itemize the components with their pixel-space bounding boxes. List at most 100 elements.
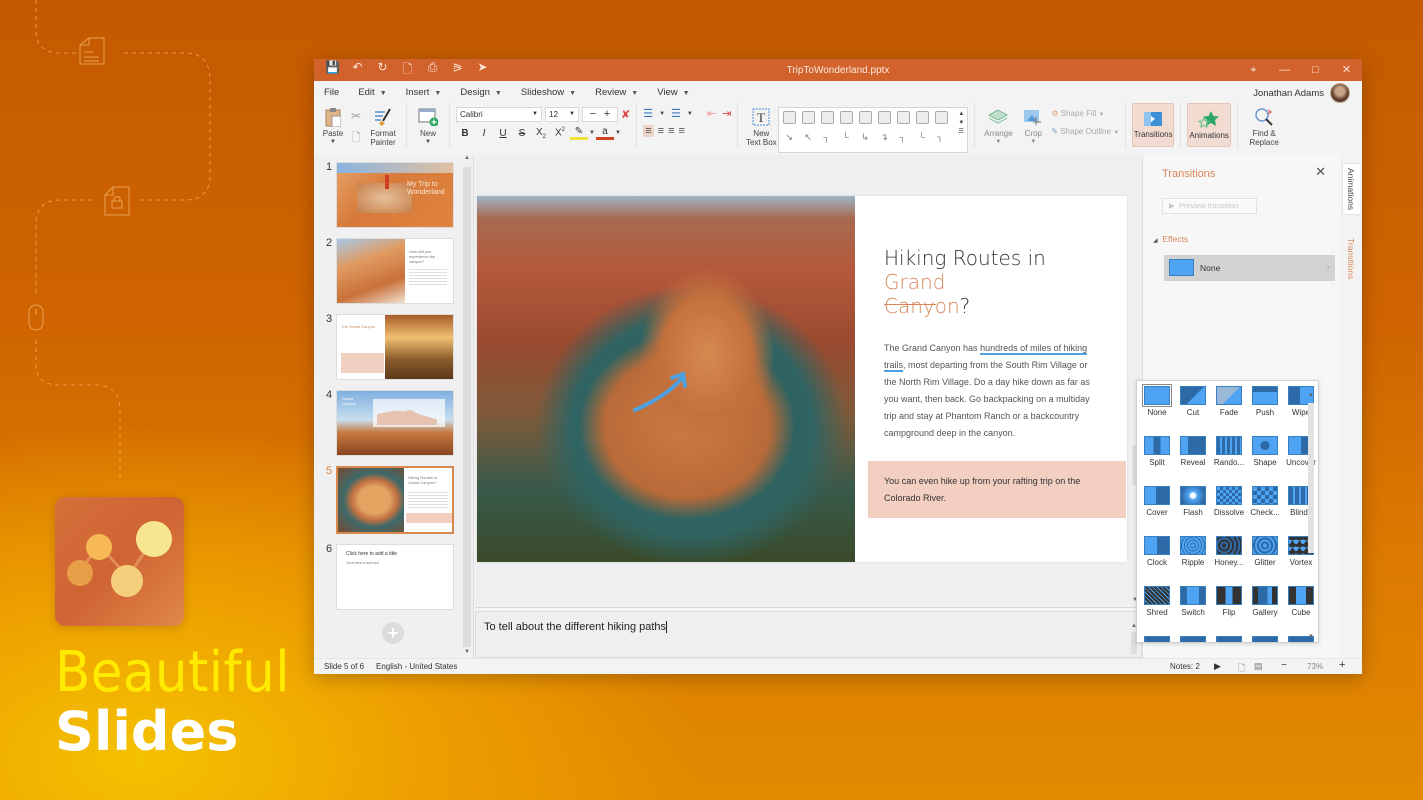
add-slide-button[interactable]: +: [382, 622, 404, 644]
font-size-select[interactable]: 12 ▼: [545, 107, 579, 122]
clear-formatting-icon[interactable]: ✘: [621, 108, 630, 121]
notes-count[interactable]: Notes: 2: [1170, 662, 1200, 671]
transition-thumbnail-icon[interactable]: [1216, 636, 1242, 642]
scroll-up-icon[interactable]: ▲: [464, 155, 470, 161]
menu-edit[interactable]: Edit ▼: [358, 87, 386, 98]
preview-transition-button[interactable]: ▶ Preview transition: [1162, 198, 1257, 214]
transition-option-cover[interactable]: Cover: [1139, 486, 1175, 517]
slide-thumbnail-4[interactable]: Grand Canyon: [336, 390, 454, 456]
transition-option-split[interactable]: Split: [1139, 436, 1175, 467]
font-name-select[interactable]: Calibri ▼: [456, 107, 542, 122]
copy-icon[interactable]: 🗋: [352, 129, 361, 148]
slide-5[interactable]: Hiking Routes in Grand Canyon? The Grand …: [477, 196, 1127, 562]
transition-option-ripple[interactable]: Ripple: [1175, 536, 1211, 567]
transition-option-clock[interactable]: Clock: [1139, 536, 1175, 567]
transition-option-none[interactable]: None: [1139, 384, 1175, 417]
play-slideshow-icon[interactable]: ▶: [1214, 661, 1221, 672]
minimize-button[interactable]: —: [1269, 59, 1300, 81]
underline-button[interactable]: U: [494, 128, 512, 139]
scroll-down-icon[interactable]: ▼: [1308, 634, 1314, 640]
menu-file[interactable]: File: [324, 87, 339, 98]
gallery-scroll[interactable]: ▲ ▼ ☰: [958, 110, 964, 137]
superscript-button[interactable]: X2: [551, 127, 569, 138]
arrange-button[interactable]: Arrange ▼: [981, 105, 1015, 147]
shape-item[interactable]: [821, 111, 835, 124]
format-painter-button[interactable]: Format Painter: [366, 105, 400, 147]
shape-item[interactable]: [840, 111, 854, 124]
scroll-up-icon[interactable]: ▲: [1308, 392, 1314, 398]
gallery-scrollbar[interactable]: ▲ ▼: [1308, 383, 1316, 640]
transition-option-push[interactable]: Push: [1247, 386, 1283, 417]
scroll-thumb[interactable]: [1308, 403, 1314, 553]
transition-option-rando[interactable]: Rando...: [1211, 436, 1247, 467]
thumbnails-scrollbar[interactable]: [463, 167, 471, 647]
align-right-button[interactable]: ≡: [668, 125, 674, 137]
bold-button[interactable]: B: [456, 128, 474, 139]
notes-view-icon[interactable]: ▤: [1254, 661, 1263, 672]
cut-icon[interactable]: ✂: [351, 109, 361, 123]
new-text-box-button[interactable]: T New Text Box: [744, 105, 778, 147]
transition-thumbnail-icon[interactable]: [1144, 636, 1170, 642]
transition-option-fade[interactable]: Fade: [1211, 386, 1247, 417]
transition-thumbnail-icon[interactable]: [1252, 636, 1278, 642]
elbow-double-arrow-icon[interactable]: ↴: [880, 132, 892, 142]
menu-slideshow[interactable]: Slideshow ▼: [521, 87, 576, 98]
shape-item[interactable]: [859, 111, 873, 124]
slide-thumbnail-5[interactable]: Hiking Routes in Grand Canyon?: [336, 466, 454, 534]
transition-option-shape[interactable]: Shape: [1247, 436, 1283, 467]
align-center-button[interactable]: ≡: [658, 125, 664, 137]
crop-button[interactable]: Crop ▼: [1019, 105, 1047, 147]
transition-option-switch[interactable]: Switch: [1175, 586, 1211, 617]
elbow-arrow-icon[interactable]: ↳: [861, 132, 873, 142]
menu-design[interactable]: Design ▼: [460, 87, 502, 98]
zoom-out-button[interactable]: −: [1281, 660, 1287, 671]
shape-item[interactable]: [802, 111, 816, 124]
normal-view-icon[interactable]: 🗋: [1238, 661, 1245, 674]
decrease-font-button[interactable]: −: [590, 108, 596, 121]
transition-option-flip[interactable]: Flip: [1211, 586, 1247, 617]
decrease-indent-icon[interactable]: ⇤: [707, 107, 716, 120]
elbow-connector-icon[interactable]: ┐: [823, 132, 835, 142]
new-slide-button[interactable]: New ▼: [413, 105, 443, 147]
fullscreen-icon[interactable]: ⌖: [1238, 59, 1269, 81]
elbow-connector-icon[interactable]: ┐: [899, 132, 911, 142]
slide-thumbnail-3[interactable]: The Grand Canyon: [336, 314, 454, 380]
italic-button[interactable]: I: [475, 128, 493, 139]
transition-option-honey[interactable]: Honey...: [1211, 536, 1247, 567]
elbow-connector-icon[interactable]: └: [842, 132, 854, 142]
zoom-level[interactable]: 73%: [1307, 662, 1323, 671]
menu-view[interactable]: View ▼: [657, 87, 689, 98]
transition-option-check[interactable]: Check...: [1247, 486, 1283, 517]
slide-thumbnail-6[interactable]: Click here to add a title Click here to …: [336, 544, 454, 610]
animations-button[interactable]: Animations: [1187, 103, 1232, 147]
arrow-line-icon[interactable]: ↘: [785, 132, 797, 142]
maximize-button[interactable]: □: [1300, 59, 1331, 81]
transition-option-gallery[interactable]: Gallery: [1247, 586, 1283, 617]
transition-option-shred[interactable]: Shred: [1139, 586, 1175, 617]
chevron-down-icon[interactable]: ▼: [659, 111, 665, 117]
shape-item[interactable]: [878, 111, 892, 124]
language-indicator[interactable]: English - United States: [376, 662, 457, 671]
paste-button[interactable]: Paste ▼: [320, 105, 346, 147]
slide-title[interactable]: Hiking Routes in Grand Canyon?: [884, 246, 1104, 318]
slide-body-text[interactable]: The Grand Canyon has hundreds of miles o…: [884, 340, 1099, 442]
bullets-icon[interactable]: ☰: [643, 107, 653, 120]
slide-thumbnail-1[interactable]: My Trip to Wonderland: [336, 162, 454, 228]
curve-connector-icon[interactable]: ╮: [937, 132, 949, 142]
scroll-down-icon[interactable]: ▼: [464, 649, 470, 655]
numbering-icon[interactable]: ☰: [671, 107, 681, 120]
transition-option-reveal[interactable]: Reveal: [1175, 436, 1211, 467]
avatar[interactable]: [1330, 83, 1350, 103]
transition-option-glitter[interactable]: Glitter: [1247, 536, 1283, 567]
menu-insert[interactable]: Insert ▼: [406, 87, 442, 98]
slide-thumbnail-2[interactable]: How will you experience the canyon?: [336, 238, 454, 304]
transition-option-flash[interactable]: Flash: [1175, 486, 1211, 517]
close-panel-button[interactable]: ✕: [1315, 164, 1326, 180]
shape-fill-button[interactable]: ⚙ Shape Fill ▼: [1051, 109, 1119, 118]
increase-indent-icon[interactable]: ⇥: [722, 107, 731, 120]
chevron-down-icon[interactable]: ▼: [615, 130, 621, 136]
transition-option-dissolve[interactable]: Dissolve: [1211, 486, 1247, 517]
increase-font-button[interactable]: +: [604, 108, 610, 121]
align-left-button[interactable]: ≡: [643, 125, 654, 137]
speaker-notes[interactable]: To tell about the different hiking paths…: [475, 611, 1142, 669]
